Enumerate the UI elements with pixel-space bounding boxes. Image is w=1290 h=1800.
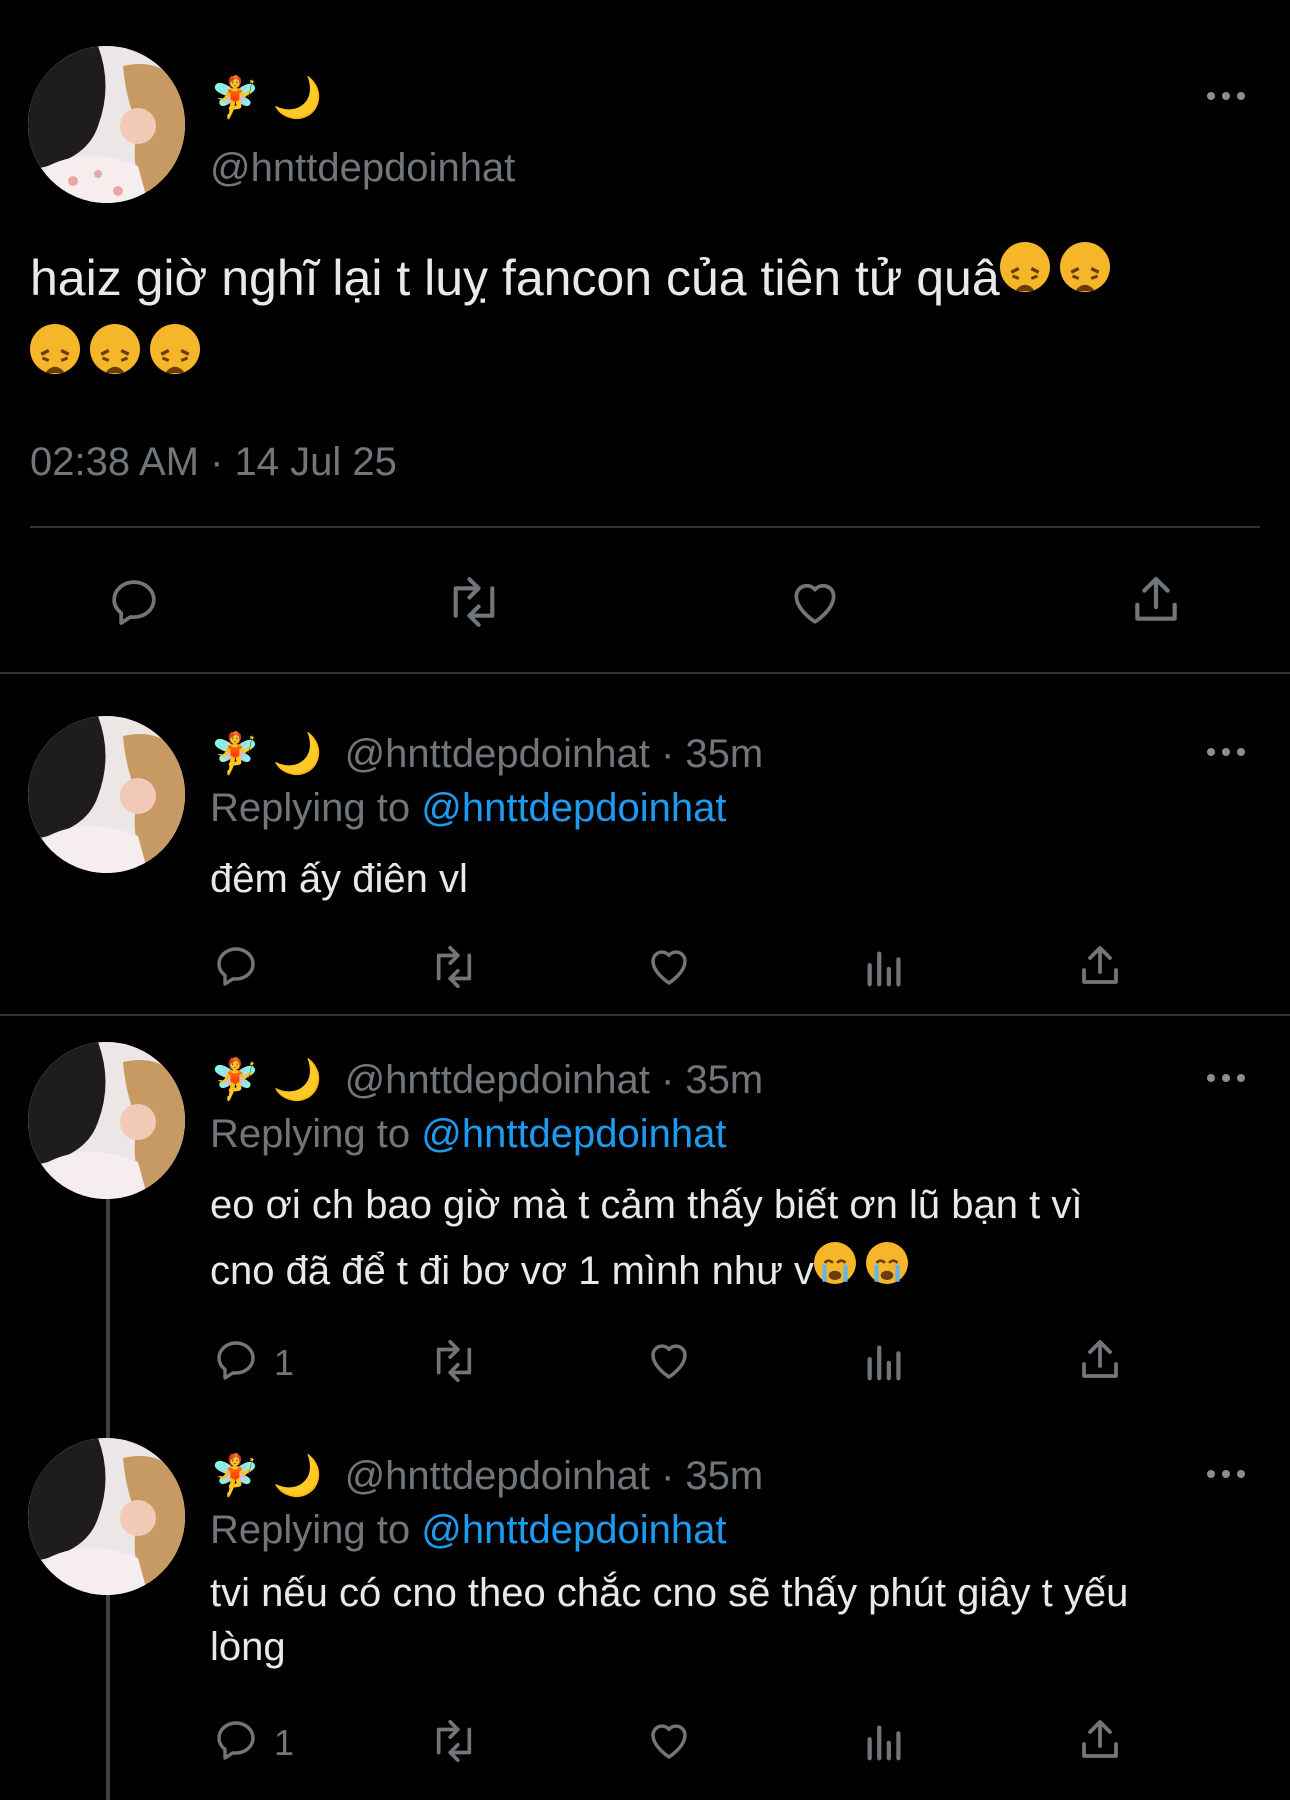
reply-count: 1 xyxy=(274,1722,295,1763)
divider xyxy=(30,526,1260,528)
reply-header[interactable]: 🧚 🌙 @hnttdepdoinhat · 35m xyxy=(210,1452,763,1500)
display-name-emoji: 🧚 🌙 xyxy=(210,75,323,121)
replying-prefix: Replying to xyxy=(210,1112,422,1156)
reply-text-body: cno đã để t đi bơ vơ 1 mình như v xyxy=(210,1249,815,1293)
reply-icon[interactable] xyxy=(106,574,162,630)
share-icon[interactable] xyxy=(1076,1716,1124,1764)
thread-line xyxy=(106,1198,110,1438)
display-name-emoji: 🧚 🌙 xyxy=(210,1057,323,1103)
mention-link[interactable]: @hnttdepdoinhat xyxy=(421,1508,726,1552)
divider xyxy=(0,672,1290,674)
more-options-icon[interactable] xyxy=(1207,1468,1247,1480)
weary-face-icon xyxy=(30,324,80,374)
divider xyxy=(0,1014,1290,1016)
reply-text: đêm ấy điên vl xyxy=(210,857,468,901)
replying-to: Replying to @hnttdepdoinhat xyxy=(210,786,727,831)
timestamp[interactable]: 02:38 AM · 14 Jul 25 xyxy=(30,440,397,485)
replying-to: Replying to @hnttdepdoinhat xyxy=(210,1112,727,1157)
share-icon[interactable] xyxy=(1128,572,1184,628)
reply-text-line: eo ơi ch bao giờ mà t cảm thấy biết ơn l… xyxy=(210,1183,1083,1227)
avatar[interactable] xyxy=(28,1042,185,1199)
mention-link[interactable]: @hnttdepdoinhat xyxy=(421,786,726,830)
weary-face-icon xyxy=(150,324,200,374)
reply-icon[interactable] xyxy=(212,1336,260,1384)
reply-text-line: cno đã để t đi bơ vơ 1 mình như v xyxy=(210,1238,1082,1304)
reply-count: 1 xyxy=(274,1342,295,1383)
more-options-icon[interactable] xyxy=(1207,746,1247,758)
tweet-text: haiz giờ nghĩ lại t luỵ fancon của tiên … xyxy=(30,236,1120,320)
handle-time: @hnttdepdoinhat · 35m xyxy=(344,1058,764,1102)
more-options-icon[interactable] xyxy=(1207,90,1247,102)
retweet-icon[interactable] xyxy=(442,574,506,630)
retweet-icon[interactable] xyxy=(426,1338,482,1384)
avatar[interactable] xyxy=(28,1438,185,1595)
display-name[interactable]: 🧚 🌙 xyxy=(210,74,322,122)
reply-text-line: tvi nếu có cno theo chắc cno sẽ thấy phú… xyxy=(210,1571,1129,1615)
weary-face-icon xyxy=(999,242,1050,292)
handle-time: @hnttdepdoinhat · 35m xyxy=(344,732,764,776)
replying-to: Replying to @hnttdepdoinhat xyxy=(210,1508,727,1553)
reply-text: tvi nếu có cno theo chắc cno sẽ thấy phú… xyxy=(210,1566,1128,1674)
reply-icon[interactable] xyxy=(212,1716,260,1764)
weary-face-icon xyxy=(90,324,140,374)
handle-time: @hnttdepdoinhat · 35m xyxy=(344,1454,764,1498)
views-icon[interactable] xyxy=(862,1718,908,1764)
loudly-crying-face-icon xyxy=(866,1242,909,1284)
more-options-icon[interactable] xyxy=(1207,1072,1247,1084)
thread-line xyxy=(106,1594,110,1800)
handle[interactable]: @hnttdepdoinhat xyxy=(210,146,515,191)
tweet-text-body: haiz giờ nghĩ lại t luỵ fancon của tiên … xyxy=(30,250,1000,306)
avatar[interactable] xyxy=(28,46,185,203)
tweet-text-emoji-line xyxy=(30,318,210,402)
views-icon[interactable] xyxy=(862,1338,908,1384)
weary-face-icon xyxy=(1059,242,1110,292)
mention-link[interactable]: @hnttdepdoinhat xyxy=(421,1112,726,1156)
like-icon[interactable] xyxy=(644,1336,694,1384)
display-name-emoji: 🧚 🌙 xyxy=(210,731,323,777)
replying-prefix: Replying to xyxy=(210,786,422,830)
reply-header[interactable]: 🧚 🌙 @hnttdepdoinhat · 35m xyxy=(210,730,763,778)
share-icon[interactable] xyxy=(1076,942,1124,990)
replying-prefix: Replying to xyxy=(210,1508,422,1552)
loudly-crying-face-icon xyxy=(814,1242,857,1284)
retweet-icon[interactable] xyxy=(426,944,482,990)
avatar[interactable] xyxy=(28,716,185,873)
reply-icon[interactable] xyxy=(212,942,260,990)
reply-text: eo ơi ch bao giờ mà t cảm thấy biết ơn l… xyxy=(210,1172,1082,1304)
like-icon[interactable] xyxy=(644,1716,694,1764)
reply-header[interactable]: 🧚 🌙 @hnttdepdoinhat · 35m xyxy=(210,1056,763,1104)
like-icon[interactable] xyxy=(786,574,844,630)
like-icon[interactable] xyxy=(644,942,694,990)
share-icon[interactable] xyxy=(1076,1336,1124,1384)
display-name-emoji: 🧚 🌙 xyxy=(210,1453,323,1499)
views-icon[interactable] xyxy=(862,944,908,990)
retweet-icon[interactable] xyxy=(426,1718,482,1764)
reply-text-line: lòng xyxy=(210,1625,286,1669)
